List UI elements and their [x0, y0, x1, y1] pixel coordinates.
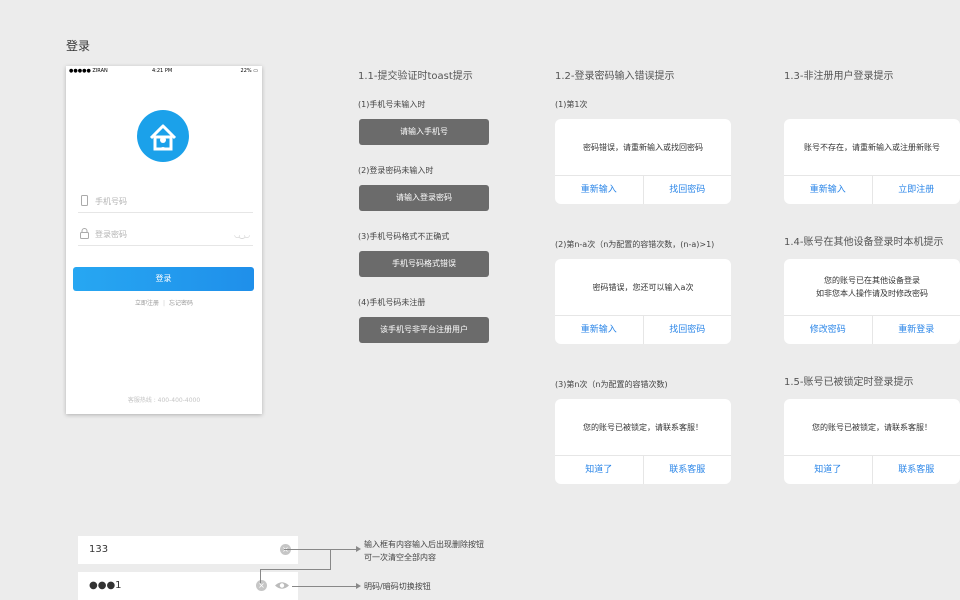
carrier-signal: ●●●●● ZIRAN — [69, 68, 108, 74]
toast: 请输入登录密码 — [359, 185, 489, 211]
status-time: 4:21 PM — [152, 68, 173, 74]
password-input-demo[interactable]: ●●●1 × — [78, 572, 298, 600]
toast-label: (1)手机号未输入时 — [358, 100, 426, 109]
section-title-password-error: 1.2-登录密码输入错误提示 — [555, 71, 675, 82]
toast: 请输入手机号 — [359, 119, 489, 145]
dialog-message: 账号不存在，请重新输入或注册新账号 — [784, 119, 960, 176]
phone-placeholder: 手机号码 — [95, 197, 127, 206]
register-button[interactable]: 立即注册 — [871, 176, 960, 204]
password-field[interactable]: 登录密码 ◡‿◡ — [78, 224, 253, 246]
dialog-message: 您的账号已在其他设备登录 如非您本人操作请及时修改密码 — [784, 259, 960, 316]
divider: | — [162, 300, 166, 307]
login-button[interactable]: 登录 — [73, 267, 254, 291]
other-device-dialog: 您的账号已在其他设备登录 如非您本人操作请及时修改密码 修改密码 重新登录 — [784, 259, 960, 344]
eye-closed-icon[interactable]: ◡‿◡ — [234, 231, 250, 239]
dialog-message: 密码错误，请重新输入或找回密码 — [555, 119, 731, 176]
phone-field[interactable]: 手机号码 — [78, 191, 253, 213]
change-password-button[interactable]: 修改密码 — [784, 316, 872, 344]
phone-input-value: 133 — [89, 544, 109, 555]
status-bar: ●●●●● ZIRAN 4:21 PM 22% ▭ — [66, 66, 262, 76]
retry-button[interactable]: 重新输入 — [784, 176, 872, 204]
phone-mockup: ●●●●● ZIRAN 4:21 PM 22% ▭ 手机号码 登录密码 ◡‿◡ … — [66, 66, 262, 414]
callout-line — [330, 549, 357, 550]
password-attempts-dialog: 密码错误，您还可以输入a次 重新输入 找回密码 — [555, 259, 731, 344]
phone-input-demo[interactable]: 133 × — [78, 536, 298, 564]
locked-dialog: 您的账号已被锁定，请联系客服！ 知道了 联系客服 — [784, 399, 960, 484]
note-line: 可一次清空全部内容 — [364, 553, 436, 562]
dialog-message: 您的账号已被锁定，请联系客服！ — [555, 399, 731, 456]
eye-icon[interactable] — [274, 580, 290, 591]
callout-line — [260, 569, 331, 570]
arrow-icon — [356, 546, 361, 552]
toast: 该手机号非平台注册用户 — [359, 317, 489, 343]
account-locked-dialog: 您的账号已被锁定，请联系客服！ 知道了 联系客服 — [555, 399, 731, 484]
recover-password-button[interactable]: 找回密码 — [642, 176, 732, 204]
app-logo-icon — [137, 110, 189, 162]
contact-support-button[interactable]: 联系客服 — [871, 456, 960, 484]
retry-button[interactable]: 重新输入 — [555, 316, 643, 344]
note-line: 输入框有内容输入后出现删除按钮 — [364, 540, 484, 549]
callout-line — [284, 549, 330, 550]
forgot-password-link[interactable]: 忘记密码 — [169, 300, 193, 307]
dialog-message: 您的账号已被锁定，请联系客服！ — [784, 399, 960, 456]
section-title-locked: 1.5-账号已被锁定时登录提示 — [784, 377, 914, 388]
register-link[interactable]: 立即注册 — [135, 300, 159, 307]
battery-indicator: 22% ▭ — [240, 68, 258, 74]
arrow-icon — [356, 583, 361, 589]
service-hotline: 客服热线 : 400-400-4000 — [127, 397, 201, 404]
callout-line — [330, 549, 331, 569]
message-line: 如非您本人操作请及时修改密码 — [816, 289, 928, 298]
password-input-value: ●●●1 — [89, 580, 122, 591]
dialog-label: (3)第n次（n为配置的容错次数) — [555, 380, 668, 389]
password-placeholder: 登录密码 — [95, 230, 127, 239]
section-title-toast: 1.1-提交验证时toast提示 — [358, 71, 473, 82]
lock-icon — [80, 228, 89, 239]
ok-button[interactable]: 知道了 — [555, 456, 643, 484]
ok-button[interactable]: 知道了 — [784, 456, 872, 484]
toast-label: (4)手机号码未注册 — [358, 298, 426, 307]
message-line: 您的账号已在其他设备登录 — [824, 276, 920, 285]
toast-label: (2)登录密码未输入时 — [358, 166, 434, 175]
section-title-other-device: 1.4-账号在其他设备登录时本机提示 — [784, 237, 944, 248]
page-title: 登录 — [66, 39, 91, 53]
contact-support-button[interactable]: 联系客服 — [642, 456, 732, 484]
dialog-message: 密码错误，您还可以输入a次 — [555, 259, 731, 316]
section-title-unregistered: 1.3-非注册用户登录提示 — [784, 71, 894, 82]
toggle-button-note: 明码/暗码切换按钮 — [364, 582, 431, 591]
dialog-label: (2)第n-a次（n为配置的容错次数，(n-a)>1) — [555, 240, 715, 249]
toast: 手机号码格式错误 — [359, 251, 489, 277]
password-error-dialog: 密码错误，请重新输入或找回密码 重新输入 找回密码 — [555, 119, 731, 204]
callout-line — [292, 586, 357, 587]
toast-label: (3)手机号码格式不正确式 — [358, 232, 450, 241]
unregistered-dialog: 账号不存在，请重新输入或注册新账号 重新输入 立即注册 — [784, 119, 960, 204]
dialog-label: (1)第1次 — [555, 100, 588, 109]
clear-icon[interactable]: × — [256, 580, 267, 591]
retry-button[interactable]: 重新输入 — [555, 176, 643, 204]
phone-icon — [81, 195, 88, 206]
clear-button-note: 输入框有内容输入后出现删除按钮 可一次清空全部内容 — [364, 538, 484, 564]
relogin-button[interactable]: 重新登录 — [871, 316, 960, 344]
recover-password-button[interactable]: 找回密码 — [642, 316, 732, 344]
auth-links: 立即注册 | 忘记密码 — [66, 298, 262, 307]
callout-line — [260, 569, 261, 583]
